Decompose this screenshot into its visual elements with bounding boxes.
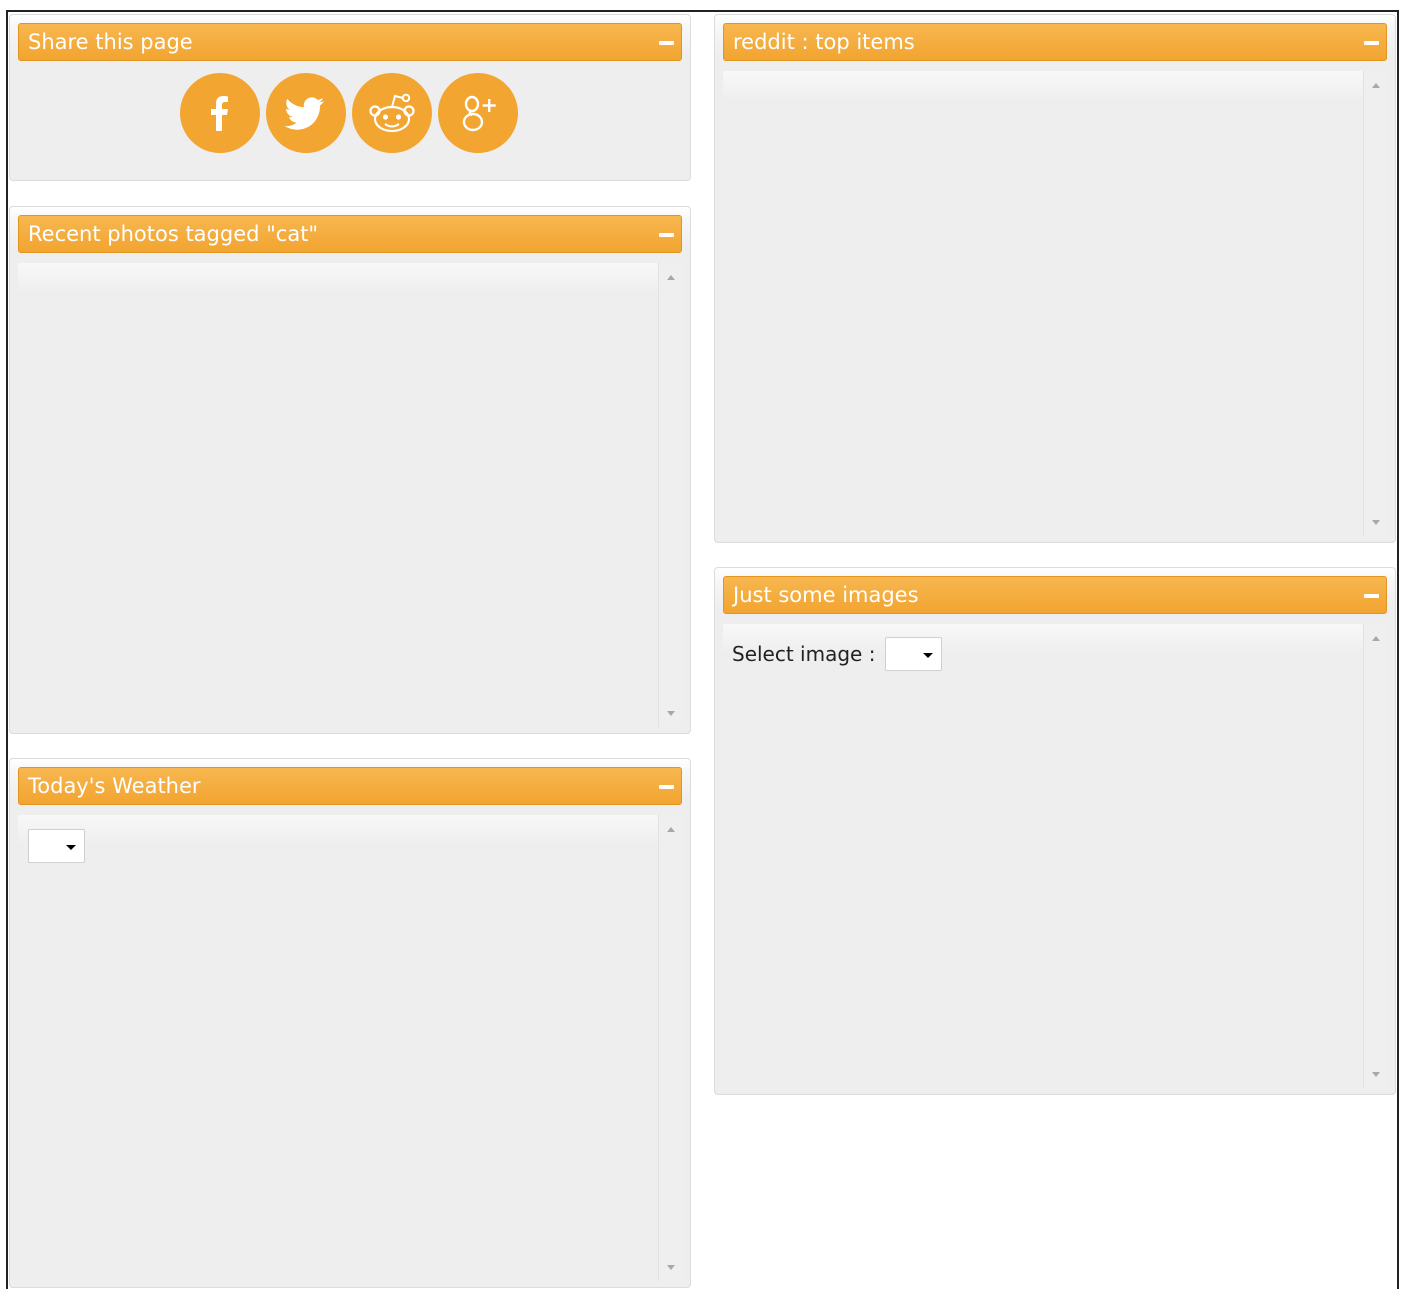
reddit-widget-title: reddit : top items <box>733 30 915 54</box>
weather-select[interactable] <box>28 829 85 863</box>
images-widget-header[interactable]: Just some images <box>723 576 1387 614</box>
scroll-down-icon[interactable] <box>667 711 675 716</box>
images-widget-content: Select image : <box>723 624 1387 1088</box>
photos-widget-title: Recent photos tagged "cat" <box>28 222 319 246</box>
scroll-up-icon[interactable] <box>667 275 675 280</box>
scrollbar[interactable] <box>1363 71 1387 536</box>
photos-widget: Recent photos tagged "cat" <box>9 206 691 734</box>
images-widget: Just some images Select image : <box>714 567 1396 1095</box>
twitter-share-button[interactable] <box>266 73 346 153</box>
scrollbar[interactable] <box>658 815 682 1281</box>
select-image-label: Select image : <box>732 642 876 666</box>
scroll-up-icon[interactable] <box>1372 83 1380 88</box>
facebook-share-button[interactable] <box>180 73 260 153</box>
images-widget-title: Just some images <box>733 583 919 607</box>
weather-widget-content <box>18 815 682 1281</box>
reddit-widget-header[interactable]: reddit : top items <box>723 23 1387 61</box>
chevron-down-icon <box>923 653 933 658</box>
reddit-widget: reddit : top items <box>714 14 1396 543</box>
scroll-up-icon[interactable] <box>667 827 675 832</box>
scrollbar[interactable] <box>658 263 682 727</box>
scroll-up-icon[interactable] <box>1372 636 1380 641</box>
google-plus-share-button[interactable] <box>438 73 518 153</box>
minimize-icon[interactable] <box>659 41 674 45</box>
minimize-icon[interactable] <box>1364 41 1379 45</box>
photos-widget-content <box>18 263 682 727</box>
weather-widget: Today's Weather <box>9 758 691 1288</box>
scroll-down-icon[interactable] <box>667 1265 675 1270</box>
google-plus-icon <box>462 95 496 132</box>
twitter-icon <box>284 97 324 130</box>
scroll-down-icon[interactable] <box>1372 520 1380 525</box>
facebook-icon <box>211 96 228 131</box>
minimize-icon[interactable] <box>1364 594 1379 598</box>
scrollbar[interactable] <box>1363 624 1387 1088</box>
share-buttons <box>180 73 518 153</box>
minimize-icon[interactable] <box>659 785 674 789</box>
minimize-icon[interactable] <box>659 233 674 237</box>
scroll-down-icon[interactable] <box>1372 1072 1380 1077</box>
select-image-dropdown[interactable] <box>885 637 942 671</box>
weather-widget-header[interactable]: Today's Weather <box>18 767 682 805</box>
share-widget-header[interactable]: Share this page <box>18 23 682 61</box>
share-widget-title: Share this page <box>28 30 193 54</box>
reddit-widget-content <box>723 71 1387 536</box>
photos-widget-header[interactable]: Recent photos tagged "cat" <box>18 215 682 253</box>
reddit-icon <box>369 93 415 133</box>
reddit-share-button[interactable] <box>352 73 432 153</box>
weather-widget-title: Today's Weather <box>28 774 201 798</box>
chevron-down-icon <box>66 845 76 850</box>
